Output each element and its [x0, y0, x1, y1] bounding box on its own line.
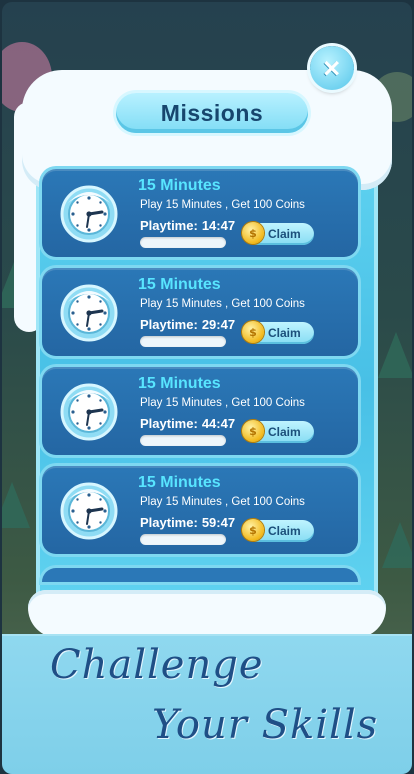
- claim-button[interactable]: $ Claim: [242, 519, 314, 542]
- playtime: Playtime: 14:47: [140, 218, 235, 233]
- mission-description: Play 15 Minutes , Get 100 Coins: [140, 298, 305, 310]
- mission-card: 15 Minutes Play 15 Minutes , Get 100 Coi…: [42, 169, 358, 257]
- clock-icon: [58, 478, 120, 540]
- tagline-line1: Challenge: [50, 642, 264, 688]
- coin-icon: $: [242, 420, 264, 442]
- tagline-line2: Your Skills: [152, 702, 379, 748]
- progress-bar: [140, 237, 226, 248]
- mission-card: 15 Minutes Play 15 Minutes , Get 100 Coi…: [42, 466, 358, 554]
- playtime-value: 44:47: [201, 416, 236, 431]
- playtime-value: 59:47: [201, 515, 236, 530]
- close-button[interactable]: +: [310, 46, 354, 90]
- mission-title: 15 Minutes: [138, 474, 221, 491]
- mission-title: 15 Minutes: [138, 375, 221, 392]
- playtime-label: Playtime:: [140, 218, 198, 233]
- progress-bar: [140, 336, 226, 347]
- playtime-value: 29:47: [201, 317, 236, 332]
- snow-base: [28, 590, 386, 638]
- claim-button[interactable]: $ Claim: [242, 321, 314, 344]
- claim-button[interactable]: $ Claim: [242, 420, 314, 443]
- progress-bar: [140, 534, 226, 545]
- mission-description: Play 15 Minutes , Get 100 Coins: [140, 496, 305, 508]
- mission-description: Play 15 Minutes , Get 100 Coins: [140, 199, 305, 211]
- playtime-label: Playtime:: [140, 317, 198, 332]
- coin-icon: $: [242, 321, 264, 343]
- coin-icon: $: [242, 519, 264, 541]
- playtime: Playtime: 29:47: [140, 317, 235, 332]
- mission-title: 15 Minutes: [138, 177, 221, 194]
- coin-icon: $: [242, 222, 264, 244]
- claim-label: Claim: [268, 524, 301, 538]
- clock-icon: [58, 280, 120, 342]
- playtime: Playtime: 44:47: [140, 416, 235, 431]
- clock-icon: [58, 181, 120, 243]
- claim-label: Claim: [268, 425, 301, 439]
- title-plate: Missions: [116, 93, 308, 133]
- mission-description: Play 15 Minutes , Get 100 Coins: [140, 397, 305, 409]
- mission-card: 15 Minutes Play 15 Minutes , Get 100 Coi…: [42, 268, 358, 356]
- claim-label: Claim: [268, 326, 301, 340]
- promo-banner: Challenge Your Skills: [2, 634, 412, 774]
- mission-card-partial: [42, 568, 358, 582]
- progress-bar: [140, 435, 226, 446]
- claim-label: Claim: [268, 227, 301, 241]
- close-icon: +: [312, 47, 353, 88]
- playtime-label: Playtime:: [140, 416, 198, 431]
- mission-title: 15 Minutes: [138, 276, 221, 293]
- playtime-value: 14:47: [201, 218, 236, 233]
- clock-icon: [58, 379, 120, 441]
- page-title: Missions: [160, 99, 264, 126]
- playtime-label: Playtime:: [140, 515, 198, 530]
- playtime: Playtime: 59:47: [140, 515, 235, 530]
- claim-button[interactable]: $ Claim: [242, 222, 314, 245]
- mission-card: 15 Minutes Play 15 Minutes , Get 100 Coi…: [42, 367, 358, 455]
